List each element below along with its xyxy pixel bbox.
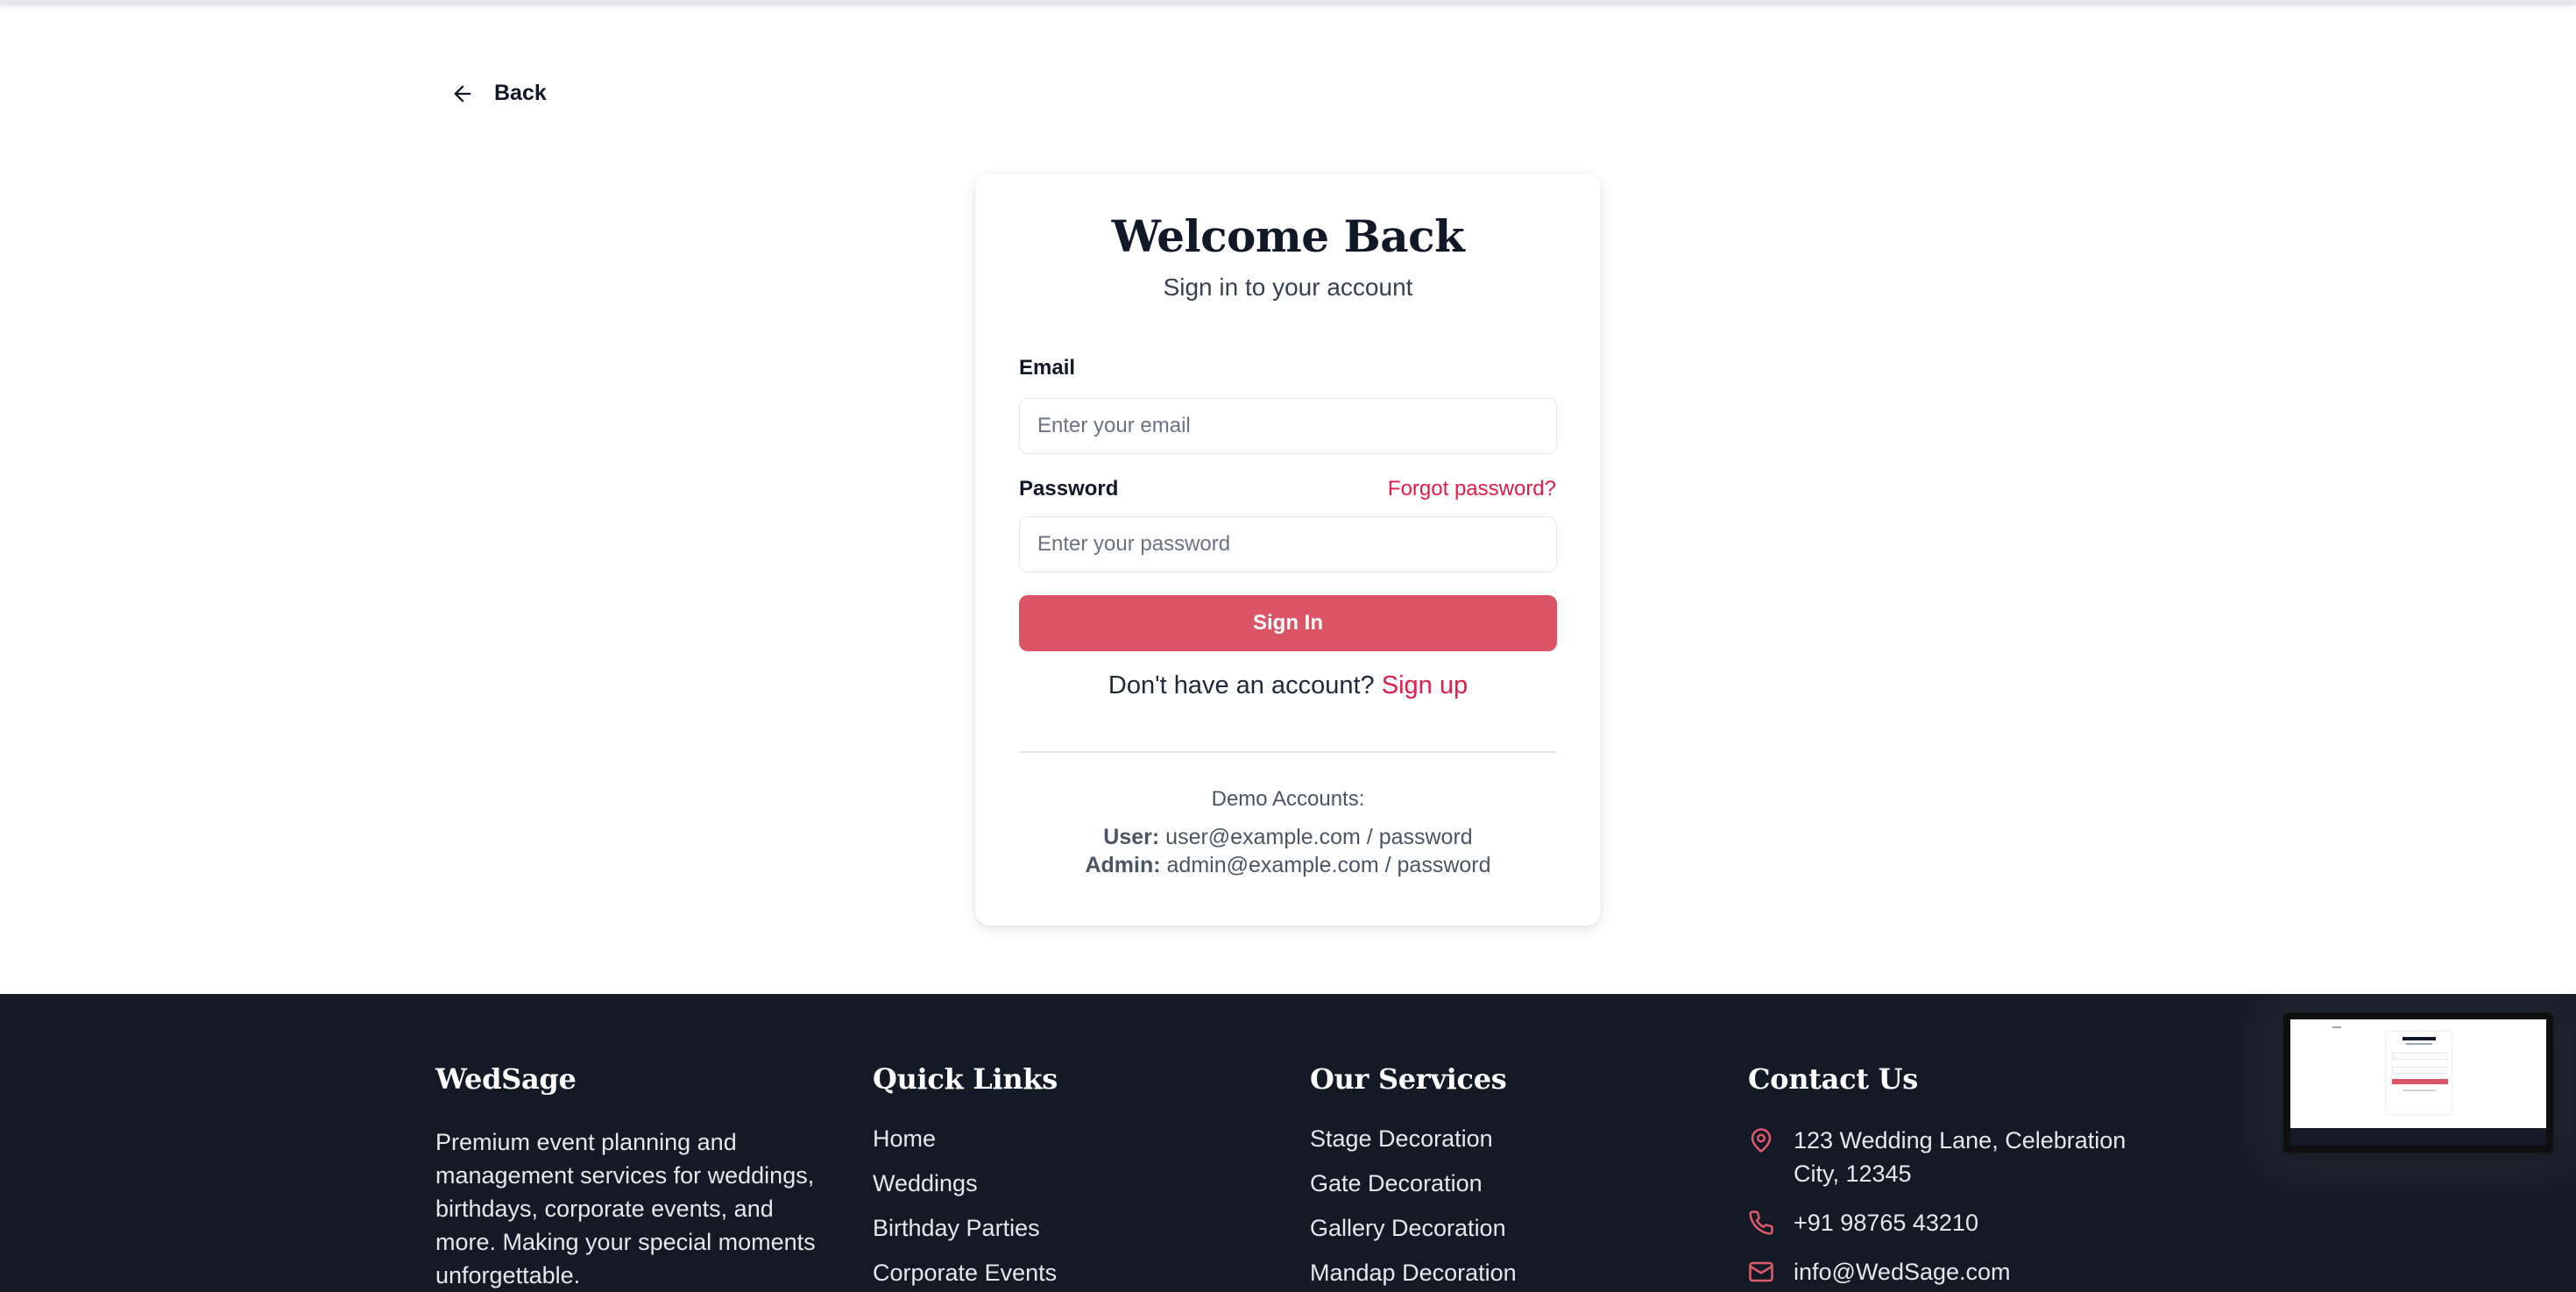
demo-admin-credentials: admin@example.com / password: [1166, 853, 1491, 877]
quick-link-birthday-parties[interactable]: Birthday Parties: [873, 1211, 1058, 1256]
mail-icon: [1749, 1261, 1773, 1282]
password-field[interactable]: [1019, 516, 1557, 572]
demo-admin-line: Admin: admin@example.com / password: [975, 853, 1601, 878]
services-list: Stage Decoration Gate Decoration Gallery…: [1310, 1122, 1517, 1292]
login-title: Welcome Back: [1111, 210, 1465, 262]
sign-up-link[interactable]: Sign up: [1382, 671, 1468, 699]
no-account-text: Don't have an account?: [1108, 671, 1375, 699]
preview-card: [2387, 1032, 2452, 1114]
service-mandap-decoration[interactable]: Mandap Decoration: [1310, 1256, 1517, 1292]
sign-in-button[interactable]: Sign In: [1019, 595, 1557, 651]
service-stage-decoration[interactable]: Stage Decoration: [1310, 1122, 1517, 1167]
contact-address-text: 123 Wedding Lane, Celebration City, 1234…: [1794, 1127, 2127, 1187]
page-preview-thumbnail[interactable]: [2283, 1012, 2553, 1153]
footer-services-column: Our Services Stage Decoration Gate Decor…: [1310, 1062, 1517, 1292]
login-card: Welcome Back Sign in to your account Ema…: [975, 174, 1601, 926]
email-field[interactable]: [1019, 398, 1557, 454]
login-subtitle: Sign in to your account: [1163, 273, 1413, 301]
demo-admin-role: Admin:: [1085, 853, 1161, 877]
arrow-left-icon: [454, 85, 471, 102]
preview-signup-mark: [2403, 1090, 2436, 1091]
footer-contact-title: Contact Us: [1748, 1062, 1918, 1096]
preview-title-mark: [2403, 1037, 2436, 1040]
back-button[interactable]: Back: [450, 81, 547, 106]
preview-password-mark: [2392, 1067, 2448, 1074]
footer-brand-title: WedSage: [435, 1062, 577, 1096]
demo-accounts-title: Demo Accounts:: [1211, 787, 1365, 811]
quick-links-list: Home Weddings Birthday Parties Corporate…: [873, 1122, 1058, 1292]
footer-quick-links-title: Quick Links: [873, 1062, 1058, 1096]
demo-user-role: User:: [1103, 825, 1160, 849]
phone-icon: [1749, 1210, 1773, 1235]
footer-contact-column: Contact Us 123 Wedding Lane, Celebration…: [1748, 1062, 2134, 1288]
contact-address: 123 Wedding Lane, Celebration City, 1234…: [1748, 1124, 2134, 1190]
map-pin-icon: [1751, 1128, 1772, 1153]
contact-email-text[interactable]: info@WedSage.com: [1794, 1255, 2011, 1288]
contact-email: info@WedSage.com: [1748, 1255, 2134, 1288]
demo-user-line: User: user@example.com / password: [975, 825, 1601, 850]
preview-button-mark: [2392, 1079, 2448, 1084]
footer-services-title: Our Services: [1310, 1062, 1507, 1096]
contact-phone-text[interactable]: +91 98765 43210: [1794, 1206, 1978, 1239]
password-label: Password: [1019, 477, 1119, 500]
quick-link-weddings[interactable]: Weddings: [873, 1167, 1058, 1211]
preview-email-mark: [2392, 1053, 2448, 1060]
forgot-password-link[interactable]: Forgot password?: [1388, 477, 1556, 501]
preview-footer: [2290, 1128, 2546, 1146]
service-gate-decoration[interactable]: Gate Decoration: [1310, 1167, 1517, 1211]
preview-subtitle-mark: [2406, 1043, 2432, 1045]
preview-back-mark: [2332, 1026, 2341, 1028]
signup-prompt: Don't have an account? Sign up: [975, 671, 1601, 700]
contact-phone: +91 98765 43210: [1748, 1206, 2134, 1239]
site-footer: WedSage Premium event planning and manag…: [0, 994, 2576, 1292]
quick-link-corporate-events[interactable]: Corporate Events: [873, 1256, 1058, 1292]
top-bar: [0, 0, 2576, 5]
demo-user-credentials: user@example.com / password: [1165, 825, 1473, 849]
quick-link-home[interactable]: Home: [873, 1122, 1058, 1167]
service-gallery-decoration[interactable]: Gallery Decoration: [1310, 1211, 1517, 1256]
preview-screen: [2290, 1019, 2546, 1146]
back-label: Back: [494, 81, 547, 105]
footer-quick-links-column: Quick Links Home Weddings Birthday Parti…: [873, 1062, 1058, 1292]
footer-brand-description: Premium event planning and management se…: [435, 1129, 816, 1288]
divider: [1019, 751, 1557, 753]
footer-brand-column: WedSage Premium event planning and manag…: [435, 1062, 821, 1292]
email-label: Email: [1019, 356, 1076, 380]
